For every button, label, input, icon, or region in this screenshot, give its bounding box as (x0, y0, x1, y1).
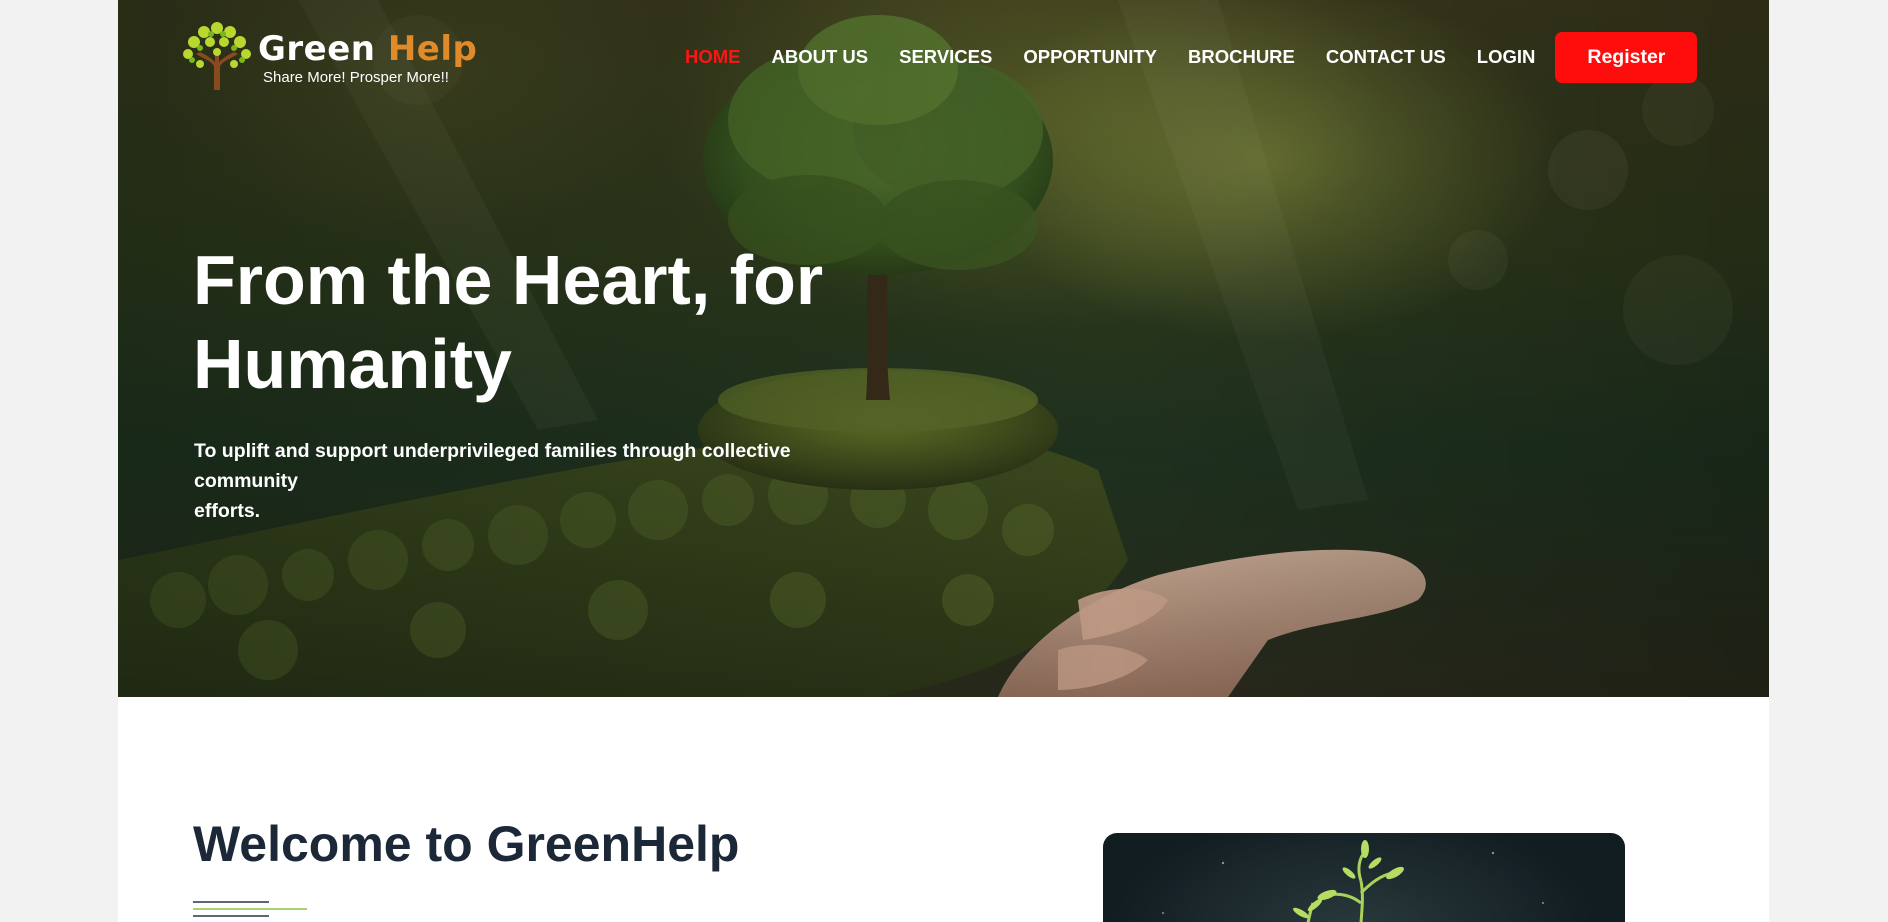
nav-item-services[interactable]: SERVICES (899, 46, 992, 68)
hero-subtitle: To uplift and support underprivileged fa… (194, 436, 894, 526)
nav-item-login[interactable]: LOGIN (1477, 46, 1536, 68)
nav-item-about-us[interactable]: ABOUT US (772, 46, 869, 68)
nav-item-brochure[interactable]: BROCHURE (1188, 46, 1295, 68)
nav-item-opportunity[interactable]: OPPORTUNITY (1023, 46, 1157, 68)
brand-name-help: Help (387, 29, 478, 69)
brand-logo[interactable]: Green Help Share More! Prosper More!! (180, 20, 480, 92)
hero-title-line1: From the Heart, for (193, 241, 824, 319)
welcome-plant-image (1103, 833, 1625, 922)
hero-title: From the Heart, for Humanity (193, 238, 953, 406)
brand-tagline: Share More! Prosper More!! (263, 69, 449, 86)
hero-subtitle-line2: efforts. (194, 500, 261, 522)
page: Green Help Share More! Prosper More!! HO… (118, 0, 1769, 922)
hero-section: Green Help Share More! Prosper More!! HO… (118, 0, 1769, 697)
nav-item-contact-us[interactable]: CONTACT US (1326, 46, 1446, 68)
main-nav: HOME ABOUT US SERVICES OPPORTUNITY BROCH… (685, 31, 1698, 83)
hero-subtitle-line1: To uplift and support underprivileged fa… (194, 440, 791, 492)
welcome-divider (193, 901, 307, 917)
brand-name: Green Help (258, 29, 477, 69)
brand-name-green: Green (258, 29, 376, 69)
welcome-title: Welcome to GreenHelp (193, 816, 740, 872)
plant-sprout-illustration (1162, 840, 1544, 922)
tree-logo-icon (183, 22, 251, 90)
register-button[interactable]: Register (1555, 31, 1698, 83)
hero-title-line2: Humanity (193, 325, 512, 403)
nav-item-home[interactable]: HOME (685, 46, 741, 68)
